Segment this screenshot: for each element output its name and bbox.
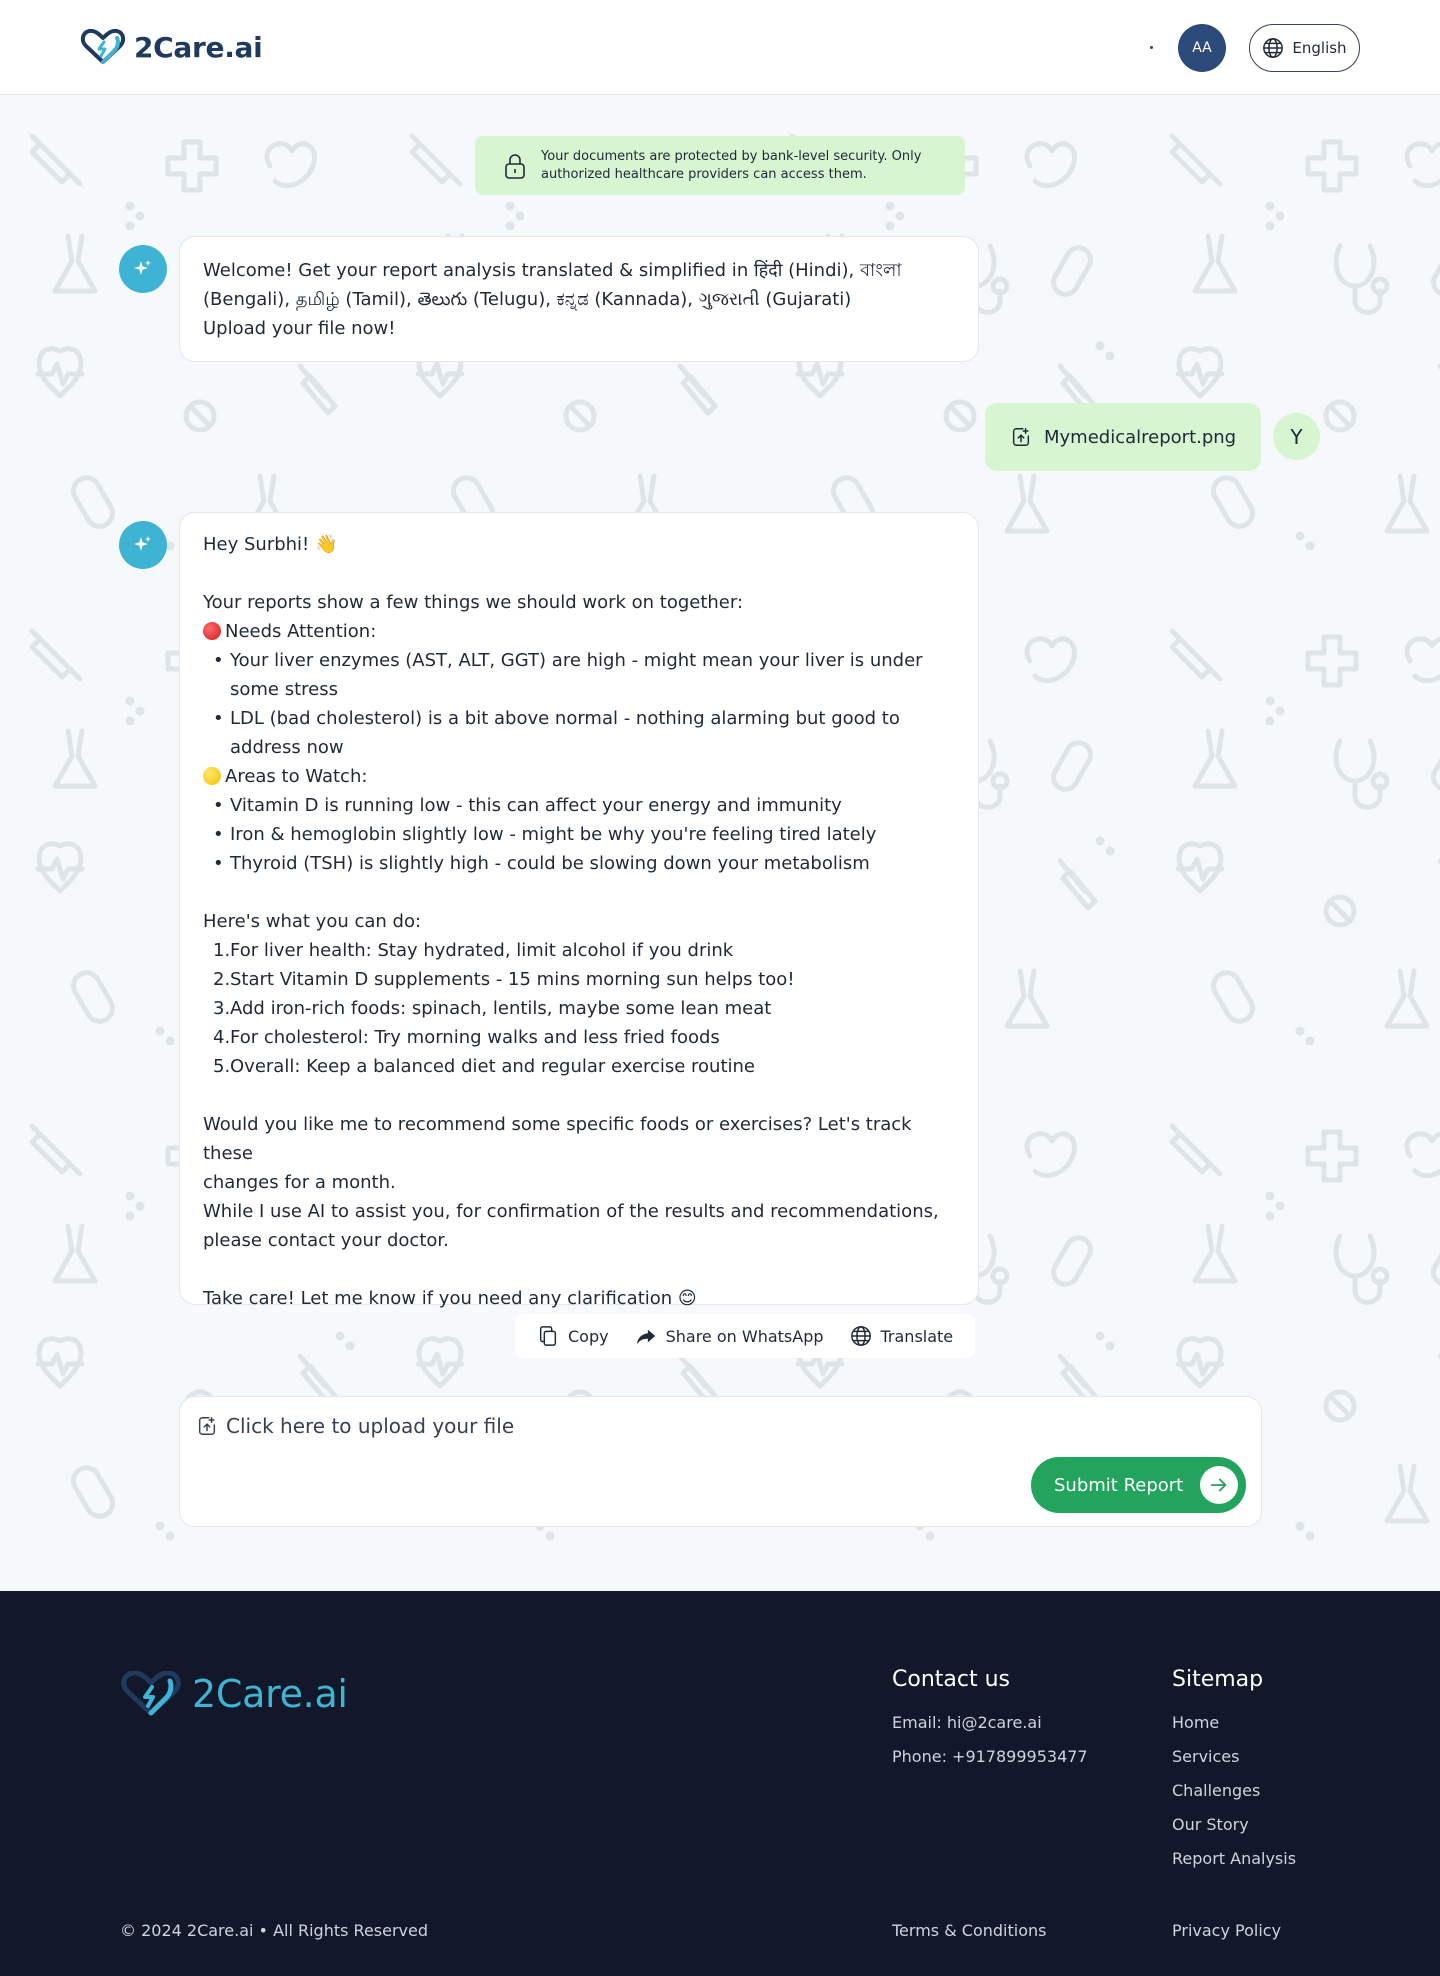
watch-heading: Areas to Watch:	[203, 762, 955, 791]
reply-intro: Your reports show a few things we should…	[203, 592, 744, 613]
needs-attention-list: Your liver enzymes (AST, ALT, GGT) are h…	[203, 646, 955, 762]
brand-logo[interactable]: 2Care.ai	[80, 28, 263, 66]
bot-avatar	[119, 521, 167, 569]
security-line-1: Your documents are protected by bank-lev…	[541, 148, 922, 164]
security-text: Your documents are protected by bank-lev…	[541, 148, 921, 184]
sparkle-icon	[134, 536, 151, 551]
list-item: 3. Add iron-rich foods: spinach, lentils,…	[213, 998, 772, 1019]
list-item: Iron & hemoglobin slightly low - might b…	[213, 820, 955, 849]
sparkle-icon	[134, 260, 151, 275]
terms-link[interactable]: Terms & Conditions	[892, 1921, 1046, 1940]
footer-logo[interactable]: 2Care.ai	[120, 1671, 348, 1717]
contact-heading: Contact us	[892, 1667, 1010, 1692]
yellow-circle-icon	[203, 767, 221, 785]
language-label: English	[1292, 39, 1347, 57]
file-upload-icon	[1012, 428, 1030, 446]
heart-logo-icon	[121, 1671, 181, 1716]
reply-disclaimer-1: While I use AI to assist you, for confir…	[203, 1201, 939, 1222]
globe-icon	[850, 1326, 871, 1346]
lock-icon	[505, 153, 525, 179]
todo-list: 1. For liver health: Stay hydrated, limit…	[203, 936, 955, 1081]
language-selector[interactable]: English	[1249, 24, 1360, 72]
user-message-avatar: Y	[1273, 413, 1320, 460]
sitemap-link-challenges[interactable]: Challenges	[1172, 1781, 1260, 1800]
list-item: LDL (bad cholesterol) is a bit above nor…	[213, 704, 955, 762]
copy-icon	[539, 1326, 557, 1346]
contact-phone[interactable]: Phone: +917899953477	[892, 1747, 1088, 1766]
uploaded-file-message[interactable]: Mymedicalreport.png	[985, 403, 1261, 471]
share-arrow-icon	[636, 1329, 655, 1345]
watch-list: Vitamin D is running low - this can affe…	[203, 791, 955, 878]
security-line-2: authorized healthcare providers can acce…	[541, 166, 867, 182]
submit-report-button[interactable]: Submit Report	[1031, 1457, 1246, 1513]
list-item: Your liver enzymes (AST, ALT, GGT) are h…	[213, 646, 955, 704]
red-circle-icon	[203, 622, 221, 640]
sitemap-link-report-analysis[interactable]: Report Analysis	[1172, 1849, 1296, 1868]
list-item: 2. Start Vitamin D supplements - 15 mins …	[213, 969, 795, 990]
sitemap-heading: Sitemap	[1172, 1667, 1264, 1692]
translate-button[interactable]: Translate	[850, 1325, 953, 1347]
list-item: 5. Overall: Keep a balanced diet and regu…	[213, 1056, 755, 1077]
analysis-reply-message: Hey Surbhi! 👋 Your reports show a few th…	[179, 512, 979, 1309]
welcome-line-3: Upload your file now!	[203, 318, 396, 339]
list-item: Vitamin D is running low - this can affe…	[213, 791, 955, 820]
security-notice: Your documents are protected by bank-lev…	[475, 136, 965, 195]
sitemap-link-services[interactable]: Services	[1172, 1747, 1239, 1766]
list-item: 1. For liver health: Stay hydrated, limit…	[213, 940, 734, 961]
copyright: © 2024 2Care.ai • All Rights Reserved	[120, 1921, 429, 1940]
sitemap-link-our-story[interactable]: Our Story	[1172, 1815, 1249, 1834]
site-footer: 2Care.ai Contact us Email: hi@2care.ai P…	[0, 1591, 1440, 1976]
message-actions: Copy Share on WhatsApp Translate	[515, 1314, 975, 1358]
footer-brand-name: 2Care.ai	[192, 1672, 348, 1716]
header-dot	[1150, 46, 1153, 49]
reply-disclaimer-2: please contact your doctor.	[203, 1230, 449, 1251]
heart-logo-icon	[80, 28, 126, 64]
contact-email[interactable]: Email: hi@2care.ai	[892, 1713, 1042, 1732]
reply-closing: Take care! Let me know if you need any c…	[203, 1288, 697, 1309]
privacy-link[interactable]: Privacy Policy	[1172, 1921, 1281, 1940]
welcome-line-2: (Bengali), தமிழ் (Tamil), తెలుగు (Telugu…	[203, 289, 852, 310]
reply-question-2: changes for a month.	[203, 1172, 396, 1193]
globe-icon	[1263, 38, 1284, 58]
brand-name: 2Care.ai	[134, 30, 263, 64]
list-item: Thyroid (TSH) is slightly high - could b…	[213, 849, 955, 878]
top-header: 2Care.ai AA English	[0, 0, 1440, 95]
uploaded-filename: Mymedicalreport.png	[1044, 426, 1237, 448]
copy-button[interactable]: Copy	[537, 1325, 609, 1347]
sitemap-link-home[interactable]: Home	[1172, 1713, 1219, 1732]
user-avatar[interactable]: AA	[1178, 24, 1226, 72]
todo-heading: Here's what you can do:	[203, 911, 422, 932]
arrow-right-icon	[1200, 1466, 1238, 1504]
upload-file-link[interactable]: Click here to upload your file	[196, 1414, 514, 1438]
file-upload-icon	[198, 1417, 216, 1435]
share-whatsapp-button[interactable]: Share on WhatsApp	[635, 1325, 824, 1347]
list-item: 4. For cholesterol: Try morning walks and…	[213, 1027, 720, 1048]
welcome-line-1: Welcome! Get your report analysis transl…	[203, 260, 902, 281]
upload-panel: Click here to upload your file Submit Re…	[179, 1396, 1262, 1527]
welcome-message: Welcome! Get your report analysis transl…	[179, 236, 979, 362]
reply-question-1: Would you like me to recommend some spec…	[203, 1114, 912, 1164]
reply-greeting: Hey Surbhi! 👋	[203, 534, 338, 555]
bot-avatar	[119, 245, 167, 293]
needs-attention-heading: Needs Attention:	[203, 617, 955, 646]
